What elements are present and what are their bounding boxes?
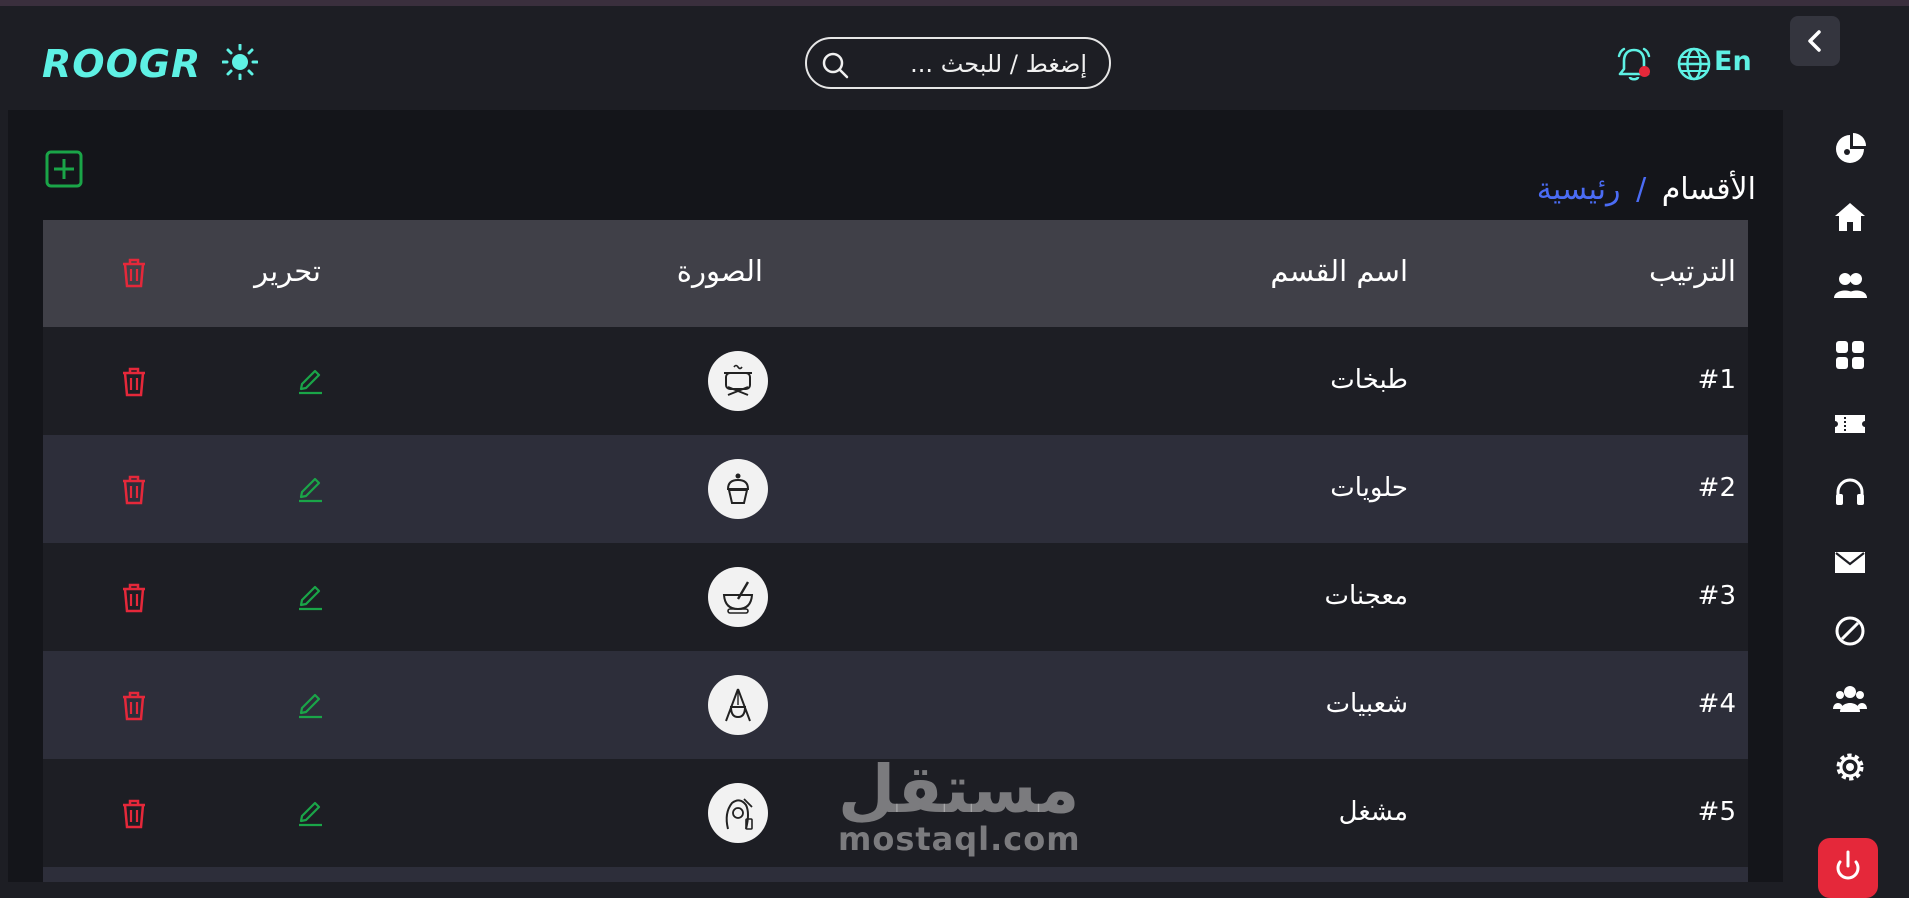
row-order: #3 [1697, 581, 1736, 611]
team-icon[interactable] [1833, 682, 1867, 716]
add-category-button[interactable] [45, 150, 83, 188]
delete-icon[interactable] [121, 799, 147, 829]
watermark: مستقل mostaql.com [838, 751, 1081, 858]
ticket-icon[interactable] [1833, 407, 1867, 441]
delete-icon[interactable] [121, 691, 147, 721]
delete-icon[interactable] [121, 583, 147, 613]
row-name: حلويات [1330, 473, 1408, 503]
logout-button[interactable] [1818, 838, 1878, 898]
headset-icon[interactable] [1833, 476, 1867, 510]
category-image [708, 351, 768, 411]
salon-icon [725, 798, 753, 830]
watermark-latin: mostaql.com [838, 820, 1081, 858]
category-image [708, 567, 768, 627]
table-row-partial [43, 867, 1748, 882]
mixing-bowl-icon [722, 581, 754, 614]
table-row: #2 حلويات [43, 435, 1748, 543]
column-name: اسم القسم [1270, 254, 1408, 288]
row-name: طبخات [1330, 365, 1408, 395]
search-input[interactable] [865, 47, 1089, 81]
table-row: #4 شعبيات [43, 651, 1748, 759]
cooking-pot-icon [724, 364, 752, 396]
cupcake-icon [726, 473, 750, 504]
breadcrumb-current: الأقسام [1661, 172, 1756, 207]
row-order: #1 [1697, 365, 1736, 395]
block-icon[interactable] [1833, 614, 1867, 648]
delete-icon[interactable] [121, 367, 147, 397]
row-name: شعبيات [1325, 689, 1408, 719]
breadcrumb-separator: / [1636, 172, 1647, 207]
category-image [708, 783, 768, 843]
edit-icon[interactable] [296, 367, 324, 395]
table-header: الترتيب اسم القسم الصورة تحرير [43, 220, 1748, 327]
notification-badge [1639, 66, 1650, 77]
home-icon[interactable] [1833, 200, 1867, 234]
column-image: الصورة [676, 254, 763, 288]
table-row: #1 طبخات [43, 327, 1748, 435]
globe-icon[interactable] [1676, 46, 1712, 82]
row-order: #4 [1697, 689, 1736, 719]
users-icon[interactable] [1833, 268, 1867, 302]
column-edit: تحرير [254, 254, 321, 288]
column-order: الترتيب [1649, 254, 1736, 288]
edit-icon[interactable] [296, 475, 324, 503]
sun-icon[interactable] [222, 44, 258, 80]
app-logo[interactable]: ROOGR [42, 42, 201, 86]
tripod-pot-icon [725, 688, 751, 722]
breadcrumb-home-link[interactable]: رئيسية [1537, 172, 1621, 207]
search-icon[interactable] [821, 51, 849, 79]
settings-icon[interactable] [1833, 750, 1867, 784]
top-header: ROOGR En [0, 6, 1909, 110]
language-switch[interactable]: En [1714, 46, 1752, 77]
sidebar [1785, 110, 1909, 882]
notification-bell-icon[interactable] [1616, 46, 1652, 84]
row-order: #2 [1697, 473, 1736, 503]
delete-icon[interactable] [121, 475, 147, 505]
table-row: #3 معجنات [43, 543, 1748, 651]
edit-icon[interactable] [296, 583, 324, 611]
row-name: مشغل [1338, 797, 1408, 827]
search-box[interactable] [805, 37, 1111, 89]
breadcrumb: الأقسام / رئيسية [1248, 144, 1756, 207]
edit-icon[interactable] [296, 691, 324, 719]
power-icon [1836, 850, 1860, 880]
row-name: معجنات [1324, 581, 1409, 611]
dashboard-grid-icon[interactable] [1833, 338, 1867, 372]
category-image [708, 675, 768, 735]
category-image [708, 459, 768, 519]
chevron-left-icon [1808, 30, 1821, 52]
row-order: #5 [1697, 797, 1736, 827]
mail-icon[interactable] [1833, 545, 1867, 579]
sidebar-toggle-button[interactable] [1790, 16, 1840, 66]
delete-all-icon[interactable] [121, 258, 147, 288]
edit-icon[interactable] [296, 799, 324, 827]
chart-icon[interactable] [1833, 132, 1867, 166]
watermark-arabic: مستقل [838, 751, 1080, 828]
